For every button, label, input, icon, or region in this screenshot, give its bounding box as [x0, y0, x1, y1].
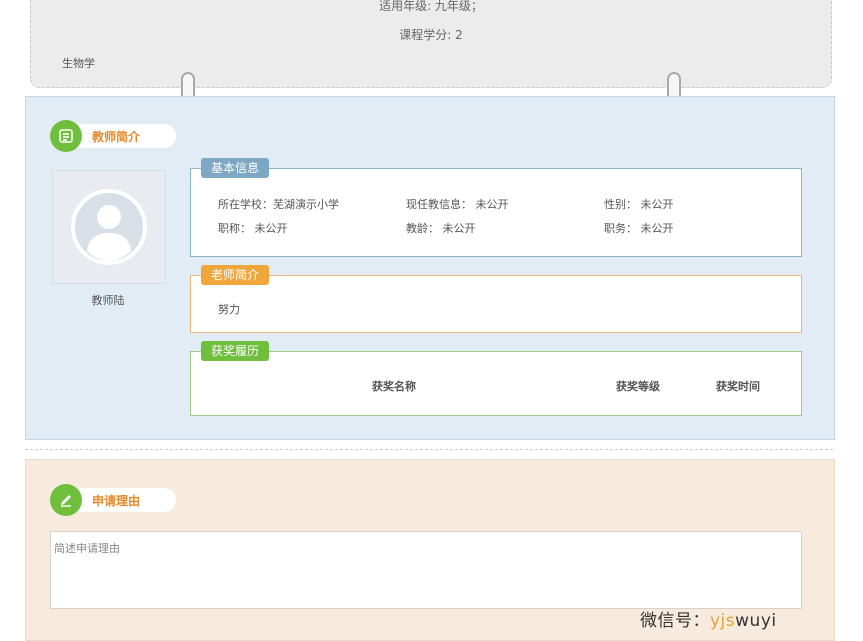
section-divider: [25, 449, 833, 450]
info-teaching-age: 教龄： 未公开: [406, 222, 476, 235]
teacher-name: 教师陆: [91, 294, 125, 307]
apply-section-header: 申请理由: [50, 484, 180, 516]
teacher-section-title: 教师简介: [92, 130, 141, 144]
info-gender: 性别： 未公开: [604, 198, 674, 211]
pencil-icon: [50, 484, 82, 516]
awards-tab: 获奖履历: [201, 341, 270, 361]
course-credit: 课程学分: 2: [399, 28, 463, 42]
teacher-section-header: 教师简介: [50, 120, 180, 152]
award-col-date: 获奖时间: [716, 380, 760, 393]
course-subject: 生物学: [62, 57, 95, 70]
award-col-level: 获奖等级: [616, 380, 660, 393]
apply-reason-input[interactable]: [50, 531, 802, 609]
course-grade: 适用年级: 九年级；: [379, 0, 483, 13]
teacher-intro-text: 努力: [218, 303, 240, 316]
teacher-intro-box: 老师简介 努力: [190, 265, 802, 333]
avatar: [52, 170, 166, 284]
awards-box: 获奖履历 获奖名称 获奖等级 获奖时间: [190, 341, 802, 416]
list-icon: [50, 120, 82, 152]
info-current-teaching: 现任教信息： 未公开: [406, 198, 509, 211]
apply-section-title: 申请理由: [92, 494, 141, 508]
watermark: 微信号：yjswuyi: [640, 611, 777, 631]
course-card: 适用年级: 九年级； 课程学分: 2 生物学: [30, 0, 832, 88]
teacher-intro-tab: 老师简介: [201, 265, 270, 285]
info-title: 职称： 未公开: [218, 222, 288, 235]
award-col-name: 获奖名称: [372, 380, 416, 393]
info-school: 所在学校：芜湖演示小学: [218, 198, 339, 211]
user-avatar-icon: [71, 189, 147, 265]
basic-info-tab: 基本信息: [201, 158, 270, 178]
info-position: 职务： 未公开: [604, 222, 674, 235]
basic-info-box: 基本信息 所在学校：芜湖演示小学 现任教信息： 未公开 性别： 未公开 职称： …: [190, 158, 802, 257]
